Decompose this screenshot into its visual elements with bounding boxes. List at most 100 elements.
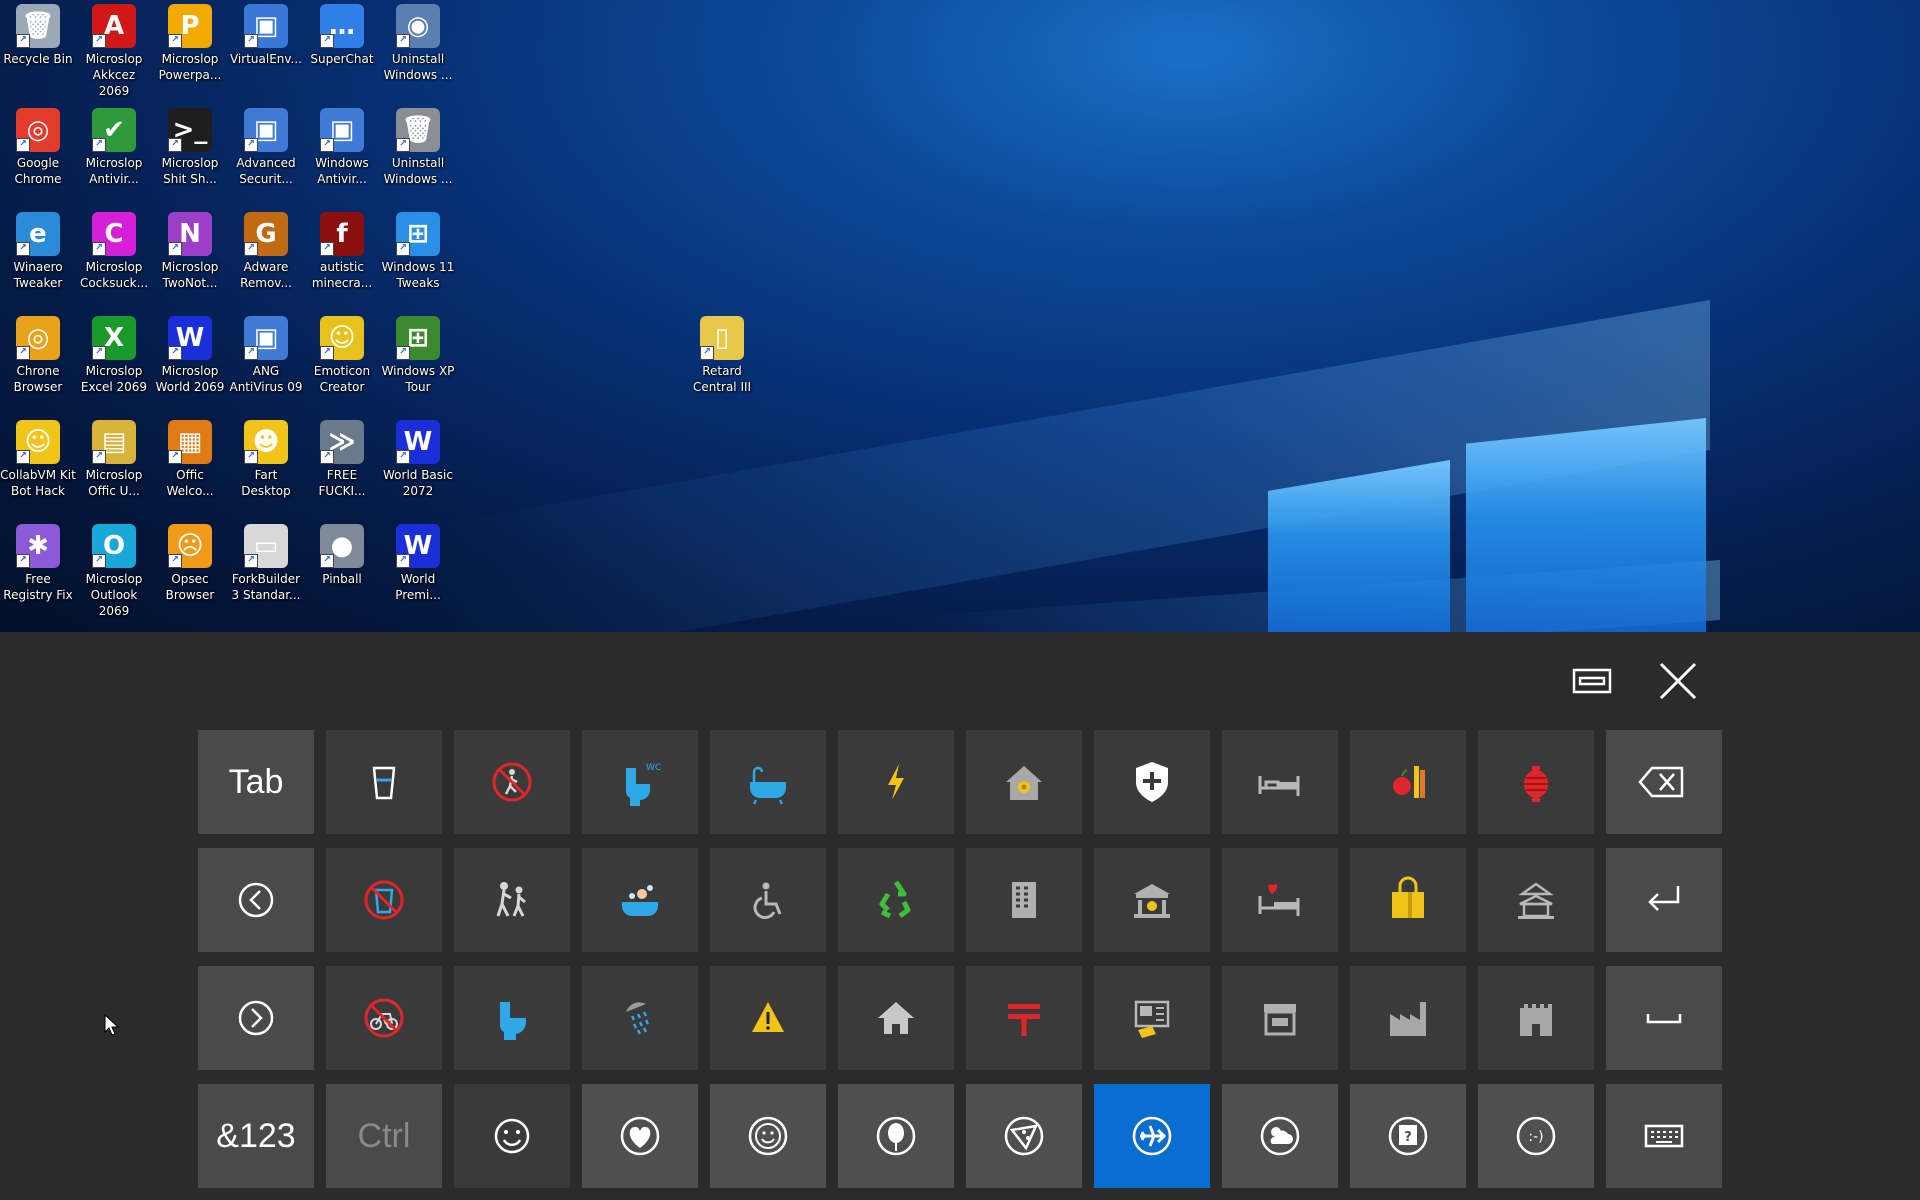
emoji-key[interactable] <box>326 966 442 1070</box>
emoji-key[interactable] <box>1350 730 1466 834</box>
emoji-key[interactable] <box>454 848 570 952</box>
emoji-category-key[interactable] <box>966 1084 1082 1188</box>
desktop-shortcut[interactable]: ▯ ↗ Retard Central III <box>684 312 760 395</box>
emoji-key[interactable] <box>1350 848 1466 952</box>
desktop-shortcut[interactable]: ◎ ↗ Google Chrome <box>0 104 76 187</box>
emoji-key[interactable] <box>326 730 442 834</box>
desktop-shortcut[interactable]: A ↗ Microslop Akkcez 2069 <box>76 0 152 99</box>
airplane-icon <box>1132 1116 1172 1156</box>
desktop-shortcut[interactable]: 🗑 ↗ Recycle Bin <box>0 0 76 67</box>
wc-toilet-icon: WC <box>626 763 661 806</box>
desktop-shortcut[interactable]: ▣ ↗ ANG AntiVirus 09 <box>228 312 304 395</box>
desktop-shortcut[interactable]: f ↗ autistic minecra... <box>304 208 380 291</box>
emoji-category-key[interactable] <box>1222 1084 1338 1188</box>
desktop-shortcut[interactable]: ☺ ↗ CollabVM Kit Bot Hack <box>0 416 76 499</box>
numbers-symbols-key[interactable]: &123 <box>198 1084 314 1188</box>
space-key[interactable] <box>1606 966 1722 1070</box>
emoji-key[interactable] <box>966 848 1082 952</box>
windows-logo-pane <box>1466 418 1706 632</box>
desktop-shortcut[interactable]: W ↗ World Basic 2072 <box>380 416 456 499</box>
next-page-key[interactable] <box>198 966 314 1070</box>
desktop-shortcut[interactable]: ◎ ↗ Chrone Browser <box>0 312 76 395</box>
emoji-key[interactable] <box>326 848 442 952</box>
desktop-shortcut[interactable]: ⊞ ↗ Windows XP Tour <box>380 312 456 395</box>
emoji-key[interactable] <box>582 966 698 1070</box>
desktop-shortcut[interactable]: ≫ ↗ FREE FUCKI... <box>304 416 380 499</box>
ctrl-key[interactable]: Ctrl <box>326 1084 442 1188</box>
emoji-category-key[interactable] <box>582 1084 698 1188</box>
desktop-shortcut[interactable]: … ↗ SuperChat <box>304 0 380 67</box>
backspace-key[interactable] <box>1606 730 1722 834</box>
emoji-key[interactable] <box>710 848 826 952</box>
emoji-key[interactable] <box>454 730 570 834</box>
emoji-key[interactable] <box>838 730 954 834</box>
emoji-key[interactable]: WC <box>582 730 698 834</box>
emoji-category-key[interactable]: ? <box>1350 1084 1466 1188</box>
desktop-shortcut[interactable]: e ↗ Winaero Tweaker <box>0 208 76 291</box>
dock-keyboard-button[interactable] <box>1564 656 1620 706</box>
desktop-shortcut[interactable]: W ↗ Microslop World 2069 <box>152 312 228 395</box>
keyboard-layout-key[interactable] <box>1606 1084 1722 1188</box>
desktop-shortcut[interactable]: ● ↗ Pinball <box>304 520 380 587</box>
forkbuilder-window-icon: ▭ ↗ <box>244 524 288 568</box>
emoji-key[interactable] <box>838 848 954 952</box>
desktop-shortcut[interactable]: ▣ ↗ Advanced Securit... <box>228 104 304 187</box>
opsec-face-icon: ☹ ↗ <box>168 524 212 568</box>
desktop-shortcut[interactable]: ▣ ↗ VirtualEnv... <box>228 0 304 67</box>
desktop-shortcut[interactable]: ◉ ↗ Uninstall Windows ... <box>380 0 456 83</box>
desktop-shortcut[interactable]: >_ ↗ Microslop Shit Sh... <box>152 104 228 187</box>
emoji-key[interactable] <box>966 966 1082 1070</box>
apple-pencil-icon <box>1393 766 1425 798</box>
desktop-shortcut[interactable]: ☺ ↗ Emoticon Creator <box>304 312 380 395</box>
desktop-shortcut[interactable]: O ↗ Microslop Outlook 2069 <box>76 520 152 619</box>
desktop-shortcut[interactable]: G ↗ Adware Remov... <box>228 208 304 291</box>
emoji-key[interactable] <box>1222 730 1338 834</box>
uninstall-disc-icon: ◉ ↗ <box>396 4 440 48</box>
desktop-shortcut[interactable]: C ↗ Microslop Cocksuck... <box>76 208 152 291</box>
emoji-key[interactable] <box>710 966 826 1070</box>
desktop-shortcut[interactable]: ✱ ↗ Free Registry Fix <box>0 520 76 603</box>
desktop-shortcut[interactable]: ☹ ↗ Opsec Browser <box>152 520 228 603</box>
desktop-shortcut[interactable]: ▤ ↗ Microslop Offic U... <box>76 416 152 499</box>
emoji-key[interactable] <box>1222 848 1338 952</box>
emoji-key[interactable] <box>1478 730 1594 834</box>
shortcut-arrow-icon: ↗ <box>92 242 106 256</box>
previous-page-key[interactable] <box>198 848 314 952</box>
enter-key[interactable] <box>1606 848 1722 952</box>
desktop-shortcut[interactable]: ▦ ↗ Offic Welco... <box>152 416 228 499</box>
desktop-shortcut[interactable]: 🗑 ↗ Uninstall Windows ... <box>380 104 456 187</box>
emoji-key[interactable] <box>1094 966 1210 1070</box>
emoji-key[interactable] <box>966 730 1082 834</box>
desktop-shortcut[interactable]: P ↗ Microslop Powerpa... <box>152 0 228 83</box>
emoji-category-key[interactable] <box>1094 1084 1210 1188</box>
desktop-shortcut[interactable]: W ↗ World Premi... <box>380 520 456 603</box>
desktop-shortcut[interactable]: N ↗ Microslop TwoNot... <box>152 208 228 291</box>
heart-icon <box>620 1116 660 1156</box>
emoji-key[interactable] <box>1094 848 1210 952</box>
desktop-shortcut[interactable]: ▭ ↗ ForkBuilder 3 Standar... <box>228 520 304 603</box>
shortcut-arrow-icon: ↗ <box>700 346 714 360</box>
shortcut-arrow-icon: ↗ <box>244 34 258 48</box>
emoji-key[interactable] <box>1222 966 1338 1070</box>
shortcut-arrow-icon: ↗ <box>396 34 410 48</box>
emoji-key[interactable] <box>582 848 698 952</box>
emoji-key[interactable] <box>1094 730 1210 834</box>
emoji-category-key[interactable] <box>838 1084 954 1188</box>
emoji-key[interactable] <box>838 966 954 1070</box>
emoji-key[interactable] <box>710 730 826 834</box>
desktop-shortcut[interactable]: X ↗ Microslop Excel 2069 <box>76 312 152 395</box>
tab-key[interactable]: Tab <box>198 730 314 834</box>
emoji-key[interactable] <box>1350 966 1466 1070</box>
emoji-key[interactable] <box>454 966 570 1070</box>
desktop-shortcut[interactable]: ▣ ↗ Windows Antivir... <box>304 104 380 187</box>
emoji-category-key[interactable] <box>710 1084 826 1188</box>
desktop-shortcut-label: Free Registry Fix <box>3 572 73 602</box>
emoji-key[interactable] <box>1478 966 1594 1070</box>
emoji-category-key[interactable]: :-) <box>1478 1084 1594 1188</box>
desktop-shortcut[interactable]: ✔ ↗ Microslop Antivir... <box>76 104 152 187</box>
emoji-category-key[interactable] <box>454 1084 570 1188</box>
close-keyboard-button[interactable] <box>1650 656 1706 706</box>
desktop-shortcut[interactable]: ⊞ ↗ Windows 11 Tweaks <box>380 208 456 291</box>
desktop-shortcut[interactable]: ☻ ↗ Fart Desktop <box>228 416 304 499</box>
emoji-key[interactable] <box>1478 848 1594 952</box>
